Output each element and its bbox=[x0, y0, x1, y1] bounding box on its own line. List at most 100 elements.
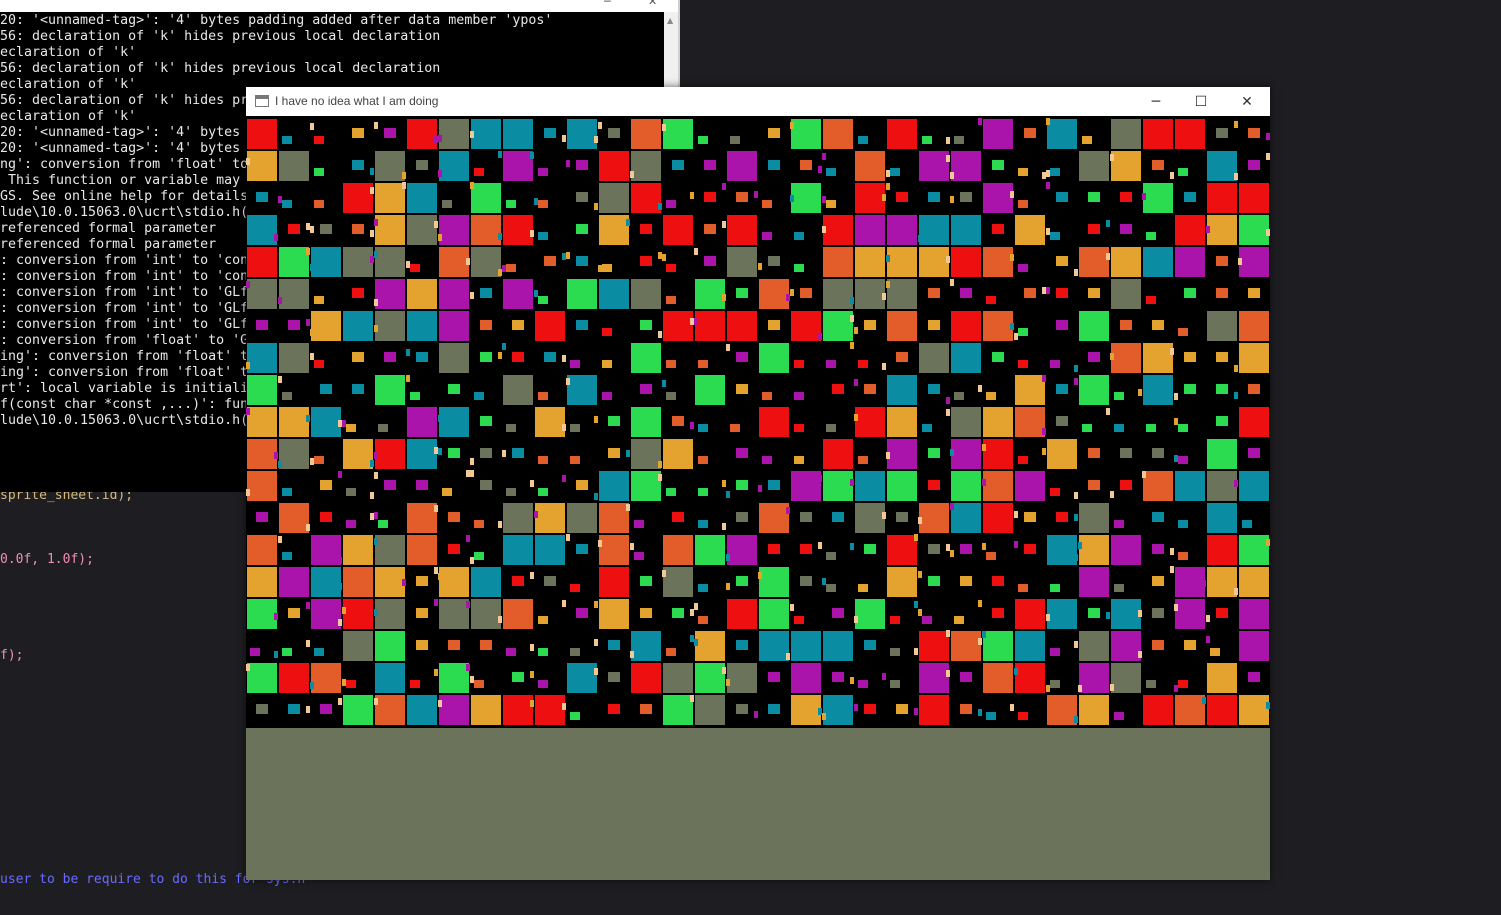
sprite-tile bbox=[951, 215, 981, 245]
sprite-accent bbox=[374, 472, 378, 479]
sprite-tile bbox=[698, 488, 708, 496]
sprite-tile bbox=[666, 296, 676, 304]
sprite-accent bbox=[822, 153, 826, 160]
sprite-tile bbox=[1239, 215, 1269, 245]
sprite-accent bbox=[982, 444, 986, 451]
sprite-tile bbox=[887, 439, 917, 469]
sprite-tile bbox=[1216, 608, 1228, 618]
sprite-accent bbox=[694, 248, 698, 255]
console-close-icon[interactable]: ✕ bbox=[648, 0, 657, 8]
sprite-accent bbox=[722, 183, 726, 190]
sprite-accent bbox=[914, 534, 918, 541]
sprite-tile bbox=[608, 448, 620, 458]
opengl-window[interactable]: I have no idea what I am doing ─ ☐ ✕ bbox=[246, 87, 1270, 880]
sprite-tile bbox=[343, 535, 373, 565]
sprite-accent bbox=[374, 122, 378, 129]
window-titlebar[interactable]: I have no idea what I am doing ─ ☐ ✕ bbox=[246, 87, 1270, 116]
sprite-tile bbox=[535, 407, 565, 437]
sprite-tile bbox=[666, 392, 676, 400]
console-minimize-icon[interactable]: ─ bbox=[604, 0, 611, 8]
sprite-accent bbox=[914, 601, 918, 608]
sprite-tile bbox=[1024, 512, 1036, 522]
sprite-accent bbox=[594, 203, 598, 210]
sprite-tile bbox=[986, 392, 996, 400]
sprite-accent bbox=[374, 251, 378, 258]
sprite-tile bbox=[1178, 424, 1188, 432]
sprite-tile bbox=[320, 512, 332, 522]
sprite-tile bbox=[1239, 471, 1269, 501]
sprite-tile bbox=[887, 279, 917, 309]
sprite-tile bbox=[1050, 584, 1060, 592]
sprite-tile bbox=[992, 224, 1004, 234]
sprite-tile bbox=[439, 663, 469, 693]
sprite-tile bbox=[727, 151, 757, 181]
sprite-tile bbox=[416, 640, 428, 650]
sprite-tile bbox=[1079, 503, 1109, 533]
sprite-accent bbox=[1138, 389, 1142, 396]
sprite-tile bbox=[506, 648, 516, 656]
sprite-tile bbox=[346, 424, 356, 432]
sprite-accent bbox=[882, 363, 886, 370]
sprite-tile bbox=[794, 616, 804, 624]
sprite-accent bbox=[1074, 514, 1078, 521]
sprite-accent bbox=[722, 294, 726, 301]
sprite-tile bbox=[855, 599, 885, 629]
sprite-tile bbox=[599, 503, 629, 533]
sprite-tile bbox=[759, 503, 789, 533]
sprite-accent bbox=[246, 489, 250, 496]
sprite-tile bbox=[279, 439, 309, 469]
render-canvas[interactable] bbox=[246, 116, 1270, 880]
sprite-tile bbox=[759, 407, 789, 437]
sprite-accent bbox=[882, 673, 886, 680]
sprite-accent bbox=[342, 420, 346, 427]
sprite-accent bbox=[882, 512, 886, 519]
sprite-tile bbox=[640, 320, 652, 330]
sprite-accent bbox=[370, 513, 374, 520]
sprite-tile bbox=[448, 640, 460, 650]
sprite-tile bbox=[407, 311, 437, 341]
sprite-accent bbox=[502, 450, 506, 457]
sprite-tile bbox=[512, 352, 524, 362]
sprite-tile bbox=[375, 599, 405, 629]
sprite-tile bbox=[375, 279, 405, 309]
sprite-tile bbox=[1175, 215, 1205, 245]
sprite-tile bbox=[666, 488, 676, 496]
sprite-tile bbox=[890, 648, 900, 656]
sprite-tile bbox=[954, 136, 964, 144]
sprite-tile bbox=[1079, 151, 1109, 181]
sprite-tile bbox=[1143, 343, 1173, 373]
sprite-accent bbox=[854, 616, 858, 623]
sprite-tile bbox=[1178, 680, 1188, 688]
scroll-up-icon[interactable]: ▲ bbox=[667, 16, 673, 25]
sprite-tile bbox=[1056, 384, 1068, 394]
sprite-accent bbox=[406, 261, 410, 268]
sprite-tile bbox=[736, 512, 748, 522]
sprite-tile bbox=[1146, 232, 1156, 240]
sprite-tile bbox=[512, 672, 524, 682]
sprite-tile bbox=[698, 424, 708, 432]
sprite-accent bbox=[470, 182, 474, 189]
sprite-tile bbox=[695, 535, 725, 565]
sprite-accent bbox=[722, 667, 726, 674]
sprite-accent bbox=[338, 557, 342, 564]
sprite-tile bbox=[1239, 535, 1269, 565]
sprite-accent bbox=[790, 195, 794, 202]
close-button[interactable]: ✕ bbox=[1224, 87, 1270, 116]
sprite-tile bbox=[439, 343, 469, 373]
sprite-accent bbox=[946, 256, 950, 263]
console-titlebar[interactable]: ─ ✕ bbox=[0, 0, 678, 12]
sprite-tile bbox=[919, 247, 949, 277]
sprite-tile bbox=[768, 256, 780, 266]
sprite-accent bbox=[722, 480, 726, 487]
sprite-tile bbox=[1175, 695, 1205, 725]
sprite-tile bbox=[503, 695, 533, 725]
sprite-tile bbox=[890, 168, 900, 176]
sprite-tile bbox=[663, 695, 693, 725]
sprite-tile bbox=[794, 232, 804, 240]
sprite-tile bbox=[288, 704, 300, 714]
sprite-tile bbox=[695, 279, 725, 309]
minimize-button[interactable]: ─ bbox=[1133, 87, 1179, 116]
sprite-accent bbox=[498, 269, 502, 276]
sprite-tile bbox=[791, 695, 821, 725]
maximize-button[interactable]: ☐ bbox=[1178, 87, 1224, 116]
